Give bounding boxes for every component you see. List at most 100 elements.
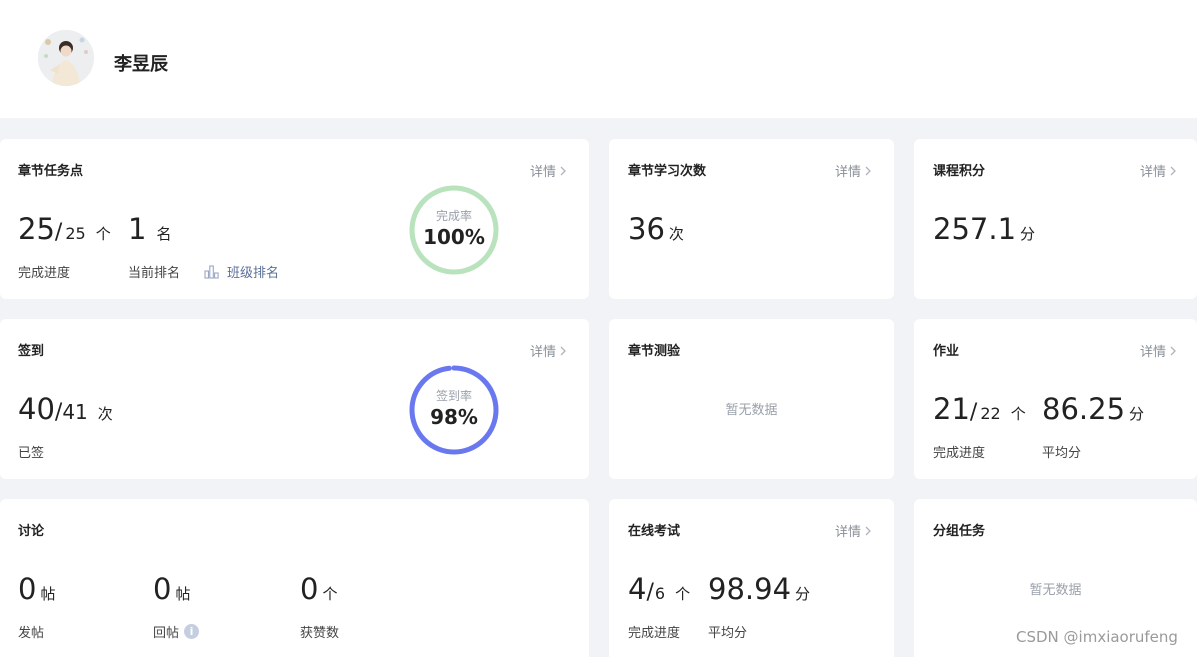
chevron-right-icon bbox=[1170, 346, 1176, 355]
avatar[interactable] bbox=[38, 30, 94, 86]
likes-count: 0 bbox=[300, 572, 319, 606]
detail-link[interactable]: 详情 bbox=[530, 161, 567, 180]
detail-label: 详情 bbox=[530, 345, 557, 360]
total-count: 41 bbox=[62, 400, 88, 424]
replies-label-wrap: 回帖 i bbox=[153, 622, 200, 641]
avg-score: 98.94 bbox=[708, 572, 792, 606]
completion-ring: 完成率 100% bbox=[407, 183, 501, 277]
signin-ring: 签到率 98% bbox=[407, 363, 501, 457]
replies-unit: 帖 bbox=[175, 585, 191, 603]
watermark: CSDN @imxiaorufeng bbox=[1016, 628, 1178, 646]
unit: 次 bbox=[668, 225, 684, 243]
chapter-test-card: 章节测验 暂无数据 bbox=[609, 319, 894, 479]
class-rank-label: 班级排名 bbox=[227, 266, 280, 281]
ring-label: 签到率 bbox=[435, 389, 472, 403]
unit: 个 bbox=[675, 585, 691, 603]
detail-link[interactable]: 详情 bbox=[835, 521, 872, 540]
chevron-right-icon bbox=[865, 166, 871, 175]
discussion-card: 讨论 0 帖 0 帖 0 个 发帖 回帖 i 获赞数 bbox=[0, 499, 589, 657]
chapter-tasks-card: 章节任务点 详情 25 / 25 个 1 名 完成进度 当前排名 完成率 100… bbox=[0, 139, 589, 299]
slash: / bbox=[969, 400, 978, 425]
study-count-value: 36 次 bbox=[628, 212, 684, 246]
empty-state: 暂无数据 bbox=[725, 403, 778, 418]
signed-count: 40 bbox=[18, 392, 55, 426]
card-title: 章节学习次数 bbox=[628, 164, 707, 179]
bar-chart-icon bbox=[204, 264, 219, 279]
detail-label: 详情 bbox=[530, 165, 557, 180]
progress-label: 完成进度 bbox=[628, 626, 681, 641]
homework-avg-value: 86.25 分 bbox=[1042, 392, 1144, 426]
info-icon[interactable]: i bbox=[184, 624, 200, 639]
signin-card: 签到 详情 40 / 41 次 已签 签到率 98% bbox=[0, 319, 589, 479]
exam-progress-value: 4 / 6 个 bbox=[628, 572, 690, 606]
chevron-right-icon bbox=[1170, 166, 1176, 175]
total-count: 6 bbox=[654, 584, 666, 603]
likes-unit: 个 bbox=[322, 585, 338, 603]
replies-value: 0 帖 bbox=[153, 572, 190, 606]
ring-value: 100% bbox=[423, 225, 485, 249]
posts-label: 发帖 bbox=[18, 626, 45, 641]
posts-count: 0 bbox=[18, 572, 37, 606]
done-count: 4 bbox=[628, 572, 647, 606]
unit: 个 bbox=[95, 225, 111, 243]
slash: / bbox=[54, 400, 63, 425]
likes-label: 获赞数 bbox=[300, 626, 340, 641]
done-count: 21 bbox=[933, 392, 970, 426]
chapter-study-card: 章节学习次数 详情 36 次 bbox=[609, 139, 894, 299]
avatar-image bbox=[38, 30, 94, 86]
avg-unit: 分 bbox=[795, 585, 811, 603]
rank-label: 当前排名 bbox=[128, 266, 181, 281]
card-title: 在线考试 bbox=[628, 524, 681, 539]
card-title: 讨论 bbox=[18, 524, 45, 539]
replies-label: 回帖 bbox=[153, 626, 180, 641]
rank-value: 1 名 bbox=[128, 212, 171, 246]
card-title: 作业 bbox=[933, 344, 960, 359]
points: 257.1 bbox=[933, 212, 1017, 246]
ring-label: 完成率 bbox=[435, 209, 472, 223]
slash: / bbox=[54, 220, 63, 245]
rank-unit: 名 bbox=[156, 225, 172, 243]
avg-label: 平均分 bbox=[708, 626, 748, 641]
avg-label: 平均分 bbox=[1042, 446, 1082, 461]
unit: 个 bbox=[1010, 405, 1026, 423]
detail-label: 详情 bbox=[1140, 345, 1167, 360]
exam-avg-value: 98.94 分 bbox=[708, 572, 810, 606]
study-count: 36 bbox=[628, 212, 665, 246]
homework-card: 作业 详情 21 / 22 个 86.25 分 完成进度 平均分 bbox=[914, 319, 1197, 479]
detail-link[interactable]: 详情 bbox=[530, 341, 567, 360]
slash: / bbox=[646, 580, 654, 605]
online-exam-card: 在线考试 详情 4 / 6 个 98.94 分 完成进度 平均分 bbox=[609, 499, 894, 657]
detail-label: 详情 bbox=[835, 165, 862, 180]
card-title: 签到 bbox=[18, 344, 45, 359]
detail-link[interactable]: 详情 bbox=[835, 161, 872, 180]
class-rank-link[interactable]: 班级排名 bbox=[204, 262, 279, 281]
points-value: 257.1 分 bbox=[933, 212, 1035, 246]
unit: 分 bbox=[1020, 225, 1036, 243]
card-title: 章节任务点 bbox=[18, 164, 84, 179]
detail-link[interactable]: 详情 bbox=[1140, 161, 1177, 180]
homework-progress-value: 21 / 22 个 bbox=[933, 392, 1026, 426]
detail-label: 详情 bbox=[835, 525, 862, 540]
user-name: 李昱辰 bbox=[114, 54, 168, 75]
signin-value: 40 / 41 次 bbox=[18, 392, 113, 426]
avg-score: 86.25 bbox=[1042, 392, 1126, 426]
card-title: 课程积分 bbox=[933, 164, 986, 179]
likes-value: 0 个 bbox=[300, 572, 337, 606]
total-count: 25 bbox=[65, 224, 86, 243]
detail-link[interactable]: 详情 bbox=[1140, 341, 1177, 360]
rank-number: 1 bbox=[128, 212, 147, 246]
posts-unit: 帖 bbox=[40, 585, 56, 603]
signed-label: 已签 bbox=[18, 446, 45, 461]
avg-unit: 分 bbox=[1129, 405, 1145, 423]
done-count: 25 bbox=[18, 212, 55, 246]
task-progress-value: 25 / 25 个 bbox=[18, 212, 111, 246]
replies-count: 0 bbox=[153, 572, 172, 606]
detail-label: 详情 bbox=[1140, 165, 1167, 180]
ring-value: 98% bbox=[430, 405, 478, 429]
card-title: 分组任务 bbox=[933, 524, 986, 539]
progress-label: 完成进度 bbox=[18, 266, 71, 281]
course-points-card: 课程积分 详情 257.1 分 bbox=[914, 139, 1197, 299]
chevron-right-icon bbox=[560, 346, 566, 355]
chevron-right-icon bbox=[865, 526, 871, 535]
card-title: 章节测验 bbox=[628, 344, 681, 359]
